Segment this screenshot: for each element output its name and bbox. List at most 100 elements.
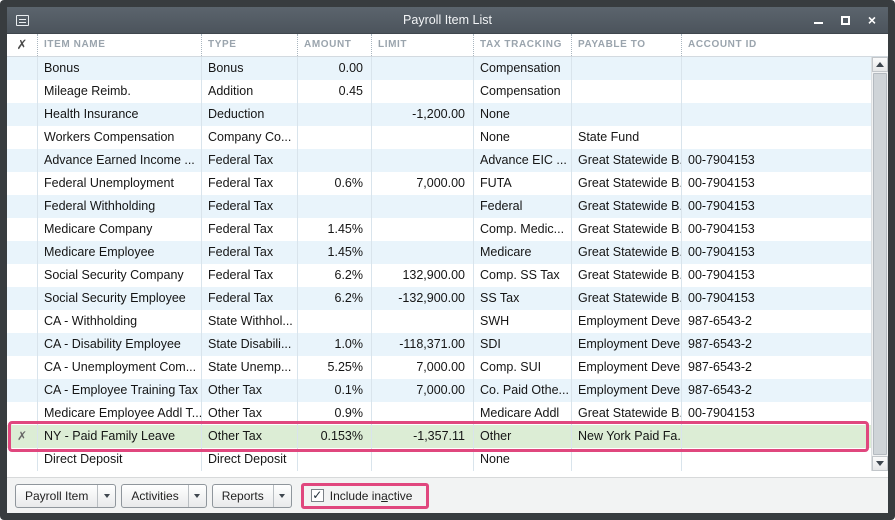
- payroll-item-menu-button[interactable]: Payroll Item: [15, 483, 117, 508]
- cell-tax-tracking: Compensation: [473, 57, 571, 80]
- cell-account-id: [681, 80, 871, 103]
- cell-item-name: Advance Earned Income ...: [37, 149, 201, 172]
- activities-menu-button[interactable]: Activities: [121, 483, 207, 508]
- column-header-payable-to: PAYABLE TO: [571, 34, 681, 56]
- cell-amount: 1.45%: [297, 241, 371, 264]
- cell-item-name: Medicare Employee Addl T...: [37, 402, 201, 425]
- table-row[interactable]: Medicare Company Federal Tax 1.45% Comp.…: [7, 218, 871, 241]
- table-row[interactable]: Direct Deposit Direct Deposit None: [7, 448, 871, 471]
- inactive-x-icon: [7, 264, 37, 287]
- cell-type: Deduction: [201, 103, 297, 126]
- table-row[interactable]: ✗ NY - Paid Family Leave Other Tax 0.153…: [7, 421, 871, 452]
- titlebar[interactable]: Payroll Item List ×: [7, 7, 888, 34]
- maximize-button[interactable]: [838, 13, 852, 27]
- table-row[interactable]: Federal Withholding Federal Tax Federal …: [7, 195, 871, 218]
- cell-payable-to: Great Statewide B...: [571, 241, 681, 264]
- scroll-up-icon: [876, 62, 884, 67]
- table-row[interactable]: Health Insurance Deduction -1,200.00 Non…: [7, 103, 871, 126]
- cell-payable-to: Employment Deve...: [571, 356, 681, 379]
- vertical-scrollbar[interactable]: [871, 57, 888, 471]
- cell-payable-to: New York Paid Fa...: [571, 425, 681, 448]
- table-row[interactable]: Mileage Reimb. Addition 0.45 Compensatio…: [7, 80, 871, 103]
- table-row[interactable]: Medicare Employee Addl T... Other Tax 0.…: [7, 402, 871, 425]
- window-icon: [16, 14, 29, 26]
- cell-tax-tracking: Comp. SUI: [473, 356, 571, 379]
- cell-type: Federal Tax: [201, 287, 297, 310]
- scroll-down-icon: [876, 461, 884, 466]
- cell-tax-tracking: SWH: [473, 310, 571, 333]
- minimize-button[interactable]: [811, 13, 825, 27]
- cell-account-id: 00-7904153: [681, 149, 871, 172]
- window-controls: ×: [811, 13, 879, 27]
- inactive-x-icon: [7, 195, 37, 218]
- table-row[interactable]: Social Security Employee Federal Tax 6.2…: [7, 287, 871, 310]
- cell-item-name: CA - Disability Employee: [37, 333, 201, 356]
- cell-amount: 0.00: [297, 57, 371, 80]
- annotation-box-include-inactive: ✓ Include inactive: [300, 482, 430, 509]
- cell-account-id: 00-7904153: [681, 218, 871, 241]
- payroll-items-table: Bonus Bonus 0.00 Compensation Mileage Re…: [7, 57, 871, 471]
- cell-item-name: Workers Compensation: [37, 126, 201, 149]
- payroll-item-menu-label: Payroll Item: [25, 488, 89, 503]
- cell-limit: 7,000.00: [371, 172, 473, 195]
- table-row[interactable]: CA - Unemployment Com... State Unemp... …: [7, 356, 871, 379]
- dropdown-arrow-icon[interactable]: [189, 485, 206, 507]
- cell-payable-to: Employment Deve...: [571, 333, 681, 356]
- table-row[interactable]: Advance Earned Income ... Federal Tax Ad…: [7, 149, 871, 172]
- inactive-x-icon: [7, 103, 37, 126]
- close-button[interactable]: ×: [865, 13, 879, 27]
- cell-amount: 6.2%: [297, 287, 371, 310]
- table-row[interactable]: Federal Unemployment Federal Tax 0.6% 7,…: [7, 172, 871, 195]
- table-row[interactable]: CA - Withholding State Withhol... SWH Em…: [7, 310, 871, 333]
- cell-payable-to: Great Statewide B...: [571, 149, 681, 172]
- cell-type: Federal Tax: [201, 172, 297, 195]
- cell-tax-tracking: FUTA: [473, 172, 571, 195]
- cell-account-id: [681, 126, 871, 149]
- cell-payable-to: Great Statewide B...: [571, 172, 681, 195]
- cell-type: Direct Deposit: [201, 448, 297, 471]
- cell-payable-to: Employment Deve...: [571, 379, 681, 402]
- scrollbar-thumb[interactable]: [873, 73, 887, 455]
- cell-tax-tracking: Advance EIC ...: [473, 149, 571, 172]
- cell-limit: 7,000.00: [371, 356, 473, 379]
- inactive-x-icon: [7, 57, 37, 80]
- cell-item-name: Direct Deposit: [37, 448, 201, 471]
- cell-amount: 0.1%: [297, 379, 371, 402]
- cell-payable-to: [571, 103, 681, 126]
- table-row[interactable]: Bonus Bonus 0.00 Compensation: [7, 57, 871, 80]
- table-row[interactable]: Social Security Company Federal Tax 6.2%…: [7, 264, 871, 287]
- table-row[interactable]: Medicare Employee Federal Tax 1.45% Medi…: [7, 241, 871, 264]
- cell-type: Federal Tax: [201, 241, 297, 264]
- cell-limit: [371, 149, 473, 172]
- cell-item-name: NY - Paid Family Leave: [37, 425, 201, 448]
- inactive-x-icon: [7, 80, 37, 103]
- table-row[interactable]: CA - Employee Training Tax Other Tax 0.1…: [7, 379, 871, 402]
- cell-type: Bonus: [201, 57, 297, 80]
- cell-payable-to: Great Statewide B...: [571, 264, 681, 287]
- cell-amount: [297, 310, 371, 333]
- cell-item-name: Federal Withholding: [37, 195, 201, 218]
- cell-account-id: 00-7904153: [681, 241, 871, 264]
- dropdown-arrow-icon[interactable]: [274, 485, 291, 507]
- include-inactive-checkbox[interactable]: ✓ Include inactive: [310, 489, 412, 503]
- cell-account-id: [681, 57, 871, 80]
- scroll-down-button[interactable]: [872, 456, 888, 471]
- cell-limit: [371, 195, 473, 218]
- inactive-column-icon: ✗: [16, 37, 28, 52]
- cell-tax-tracking: Medicare Addl: [473, 402, 571, 425]
- scrollbar-track[interactable]: [872, 72, 888, 456]
- dropdown-arrow-icon[interactable]: [98, 485, 115, 507]
- cell-type: Company Co...: [201, 126, 297, 149]
- scroll-up-button[interactable]: [872, 57, 888, 72]
- cell-account-id: 00-7904153: [681, 172, 871, 195]
- inactive-x-icon: [7, 310, 37, 333]
- table-row[interactable]: Workers Compensation Company Co... None …: [7, 126, 871, 149]
- cell-limit: [371, 218, 473, 241]
- cell-limit: [371, 80, 473, 103]
- cell-item-name: CA - Employee Training Tax: [37, 379, 201, 402]
- table-row[interactable]: CA - Disability Employee State Disabili.…: [7, 333, 871, 356]
- cell-account-id: [681, 103, 871, 126]
- window-content: ✗ ITEM NAME TYPE AMOUNT LIMIT TAX TRACKI…: [7, 34, 888, 513]
- inactive-x-icon: [7, 379, 37, 402]
- reports-menu-button[interactable]: Reports: [211, 483, 292, 508]
